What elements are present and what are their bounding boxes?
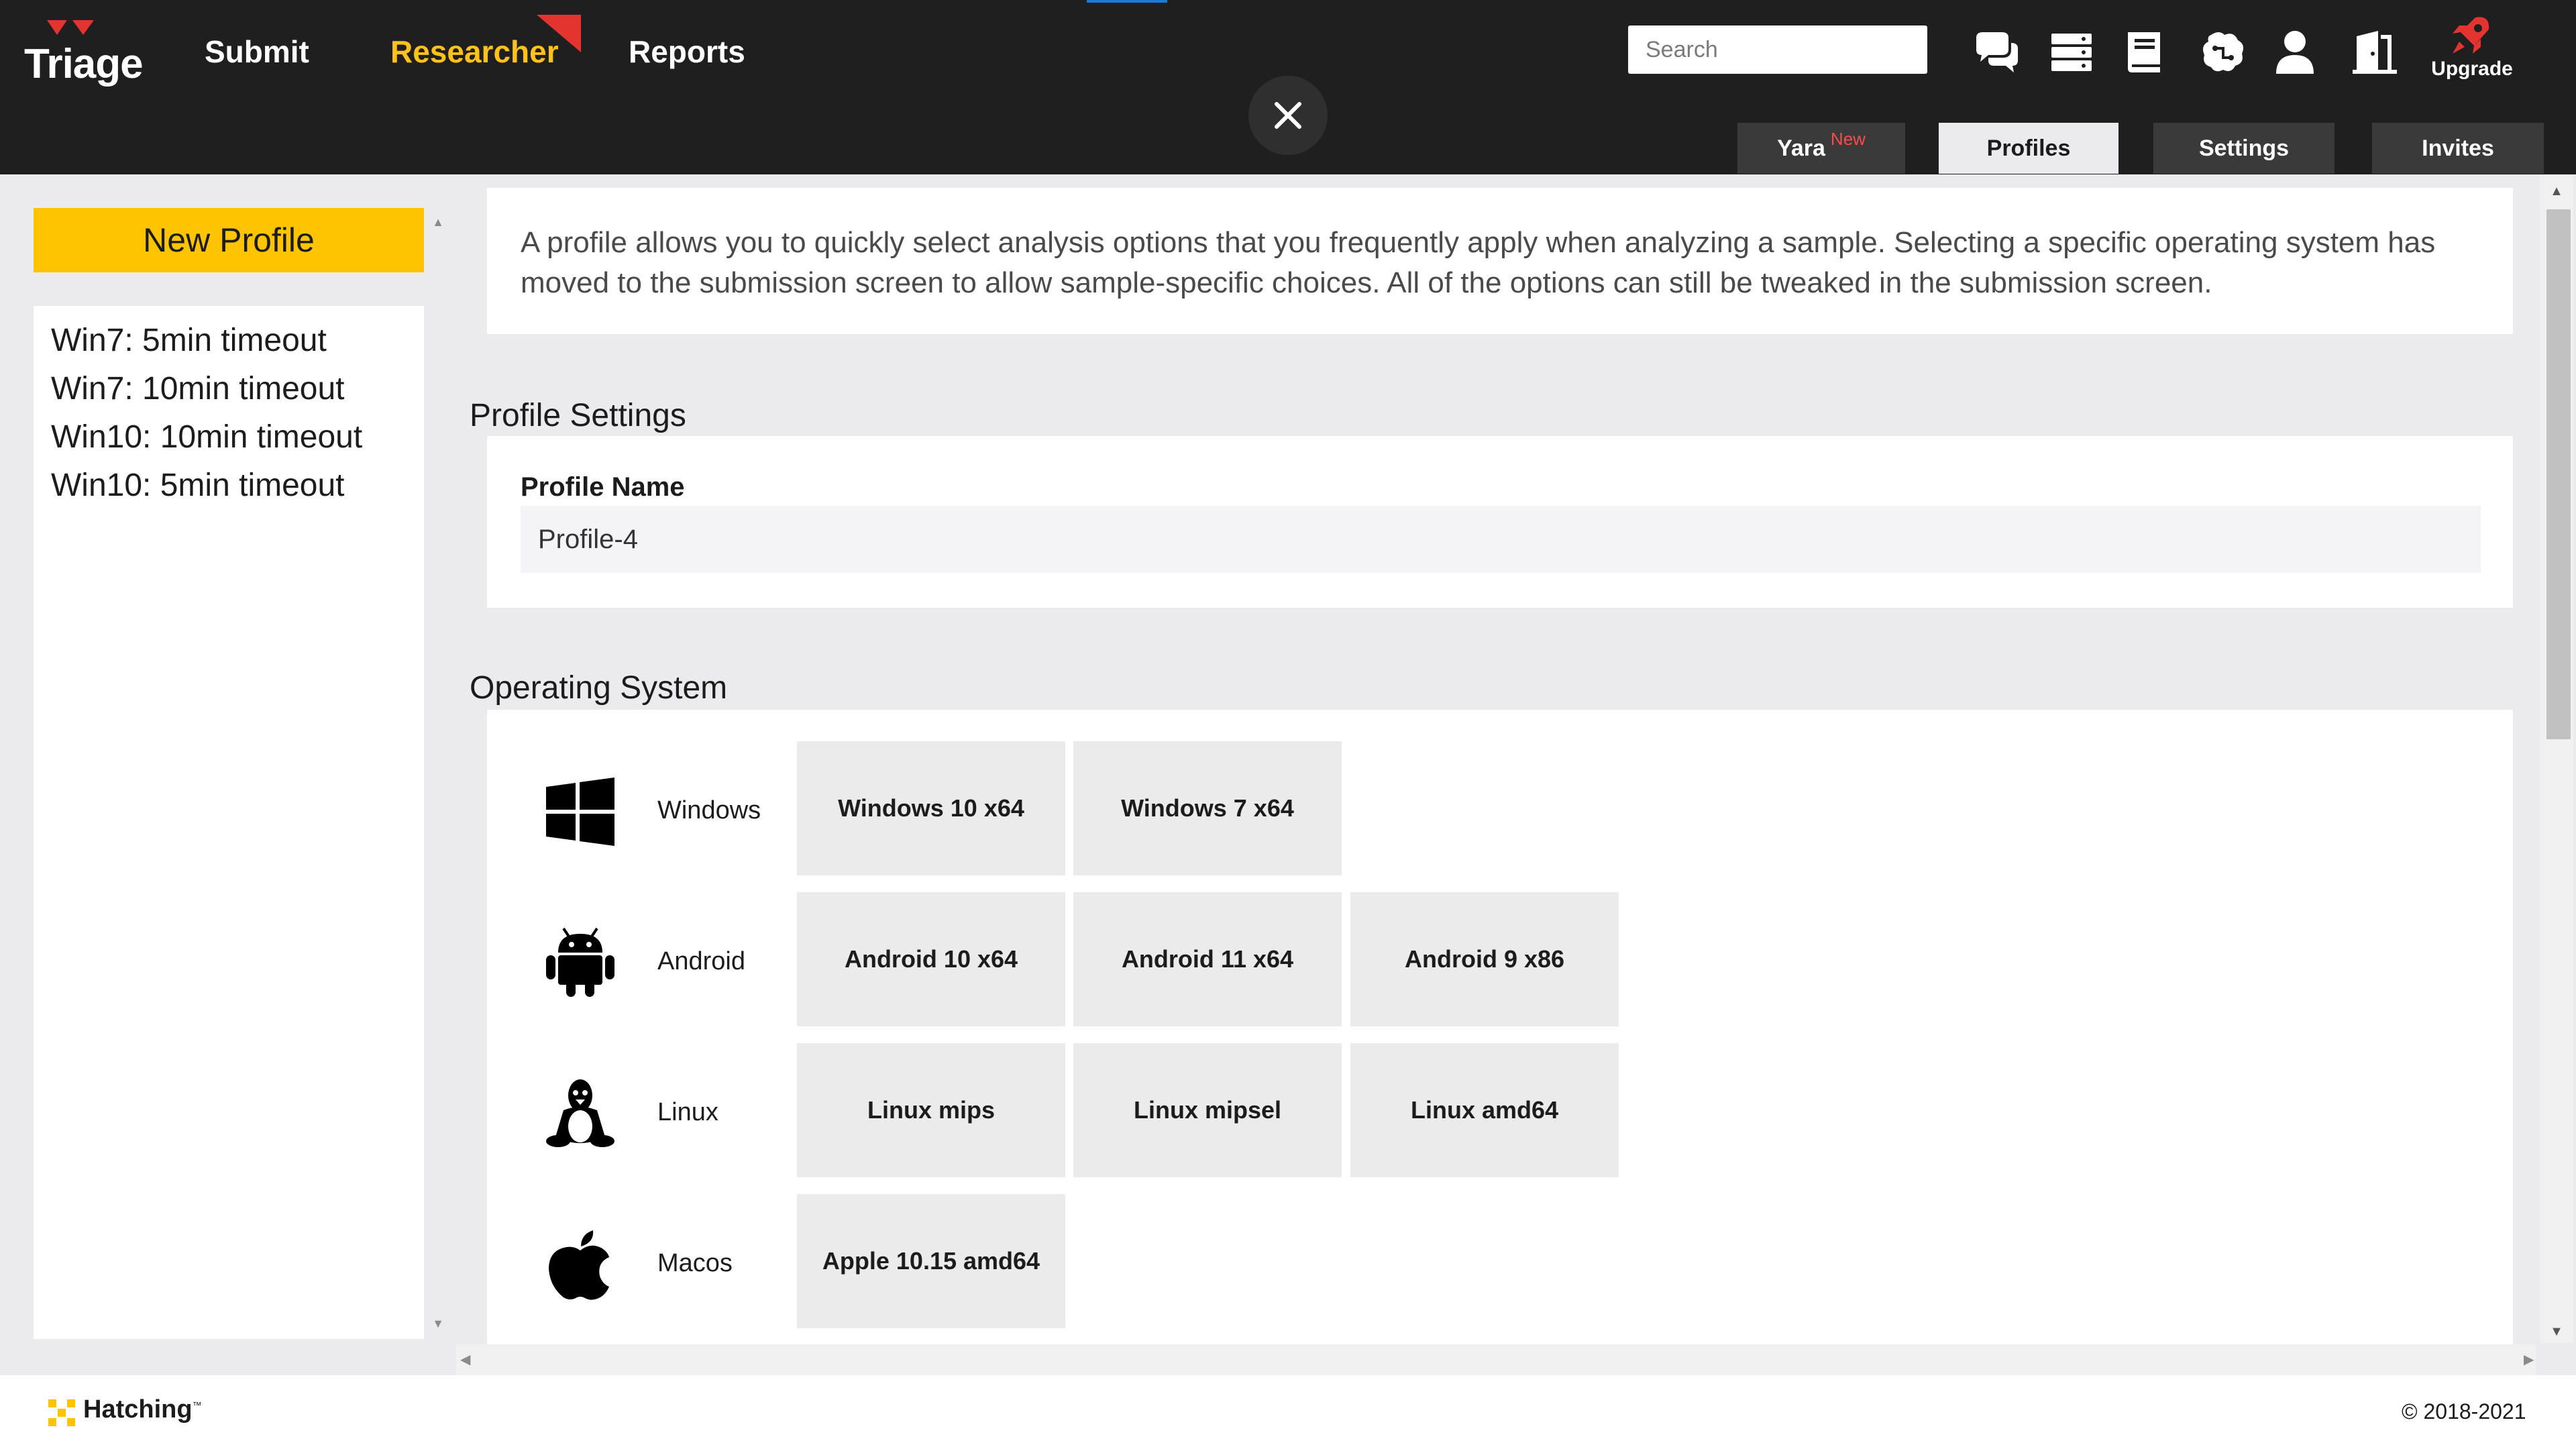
scroll-left-arrow[interactable]: ◀ <box>460 1351 470 1368</box>
os-option-android-9-x86[interactable]: Android 9 x86 <box>1350 892 1619 1026</box>
active-indicator <box>1087 0 1167 3</box>
os-option-android-11-x64[interactable]: Android 11 x64 <box>1073 892 1342 1026</box>
tab-profiles-label: Profiles <box>1986 135 2071 161</box>
nav-submit[interactable]: Submit <box>205 34 309 70</box>
book-icon[interactable] <box>2120 28 2168 76</box>
os-label-linux: Linux <box>657 1098 718 1126</box>
os-row-android: Android Android 10 x64 Android 11 x64 An… <box>543 892 2489 1026</box>
sidebar-scroll-down-arrow[interactable]: ▼ <box>429 1315 447 1332</box>
logout-door-icon[interactable] <box>2351 28 2400 76</box>
main-scroll-up-arrow[interactable]: ▲ <box>2546 181 2567 201</box>
os-label-android: Android <box>657 947 745 975</box>
rocket-icon[interactable] <box>2449 13 2493 58</box>
tab-settings[interactable]: Settings <box>2153 123 2334 174</box>
scroll-right-arrow[interactable]: ▶ <box>2524 1351 2534 1368</box>
tab-yara-label: Yara <box>1777 135 1825 161</box>
new-badge: New <box>1830 128 1866 149</box>
operating-system-heading: Operating System <box>470 670 728 706</box>
linux-icon <box>543 1077 617 1150</box>
tab-settings-label: Settings <box>2198 135 2290 161</box>
tab-invites[interactable]: Invites <box>2372 123 2544 174</box>
nav-researcher[interactable]: Researcher <box>390 34 559 70</box>
os-row-macos: Macos Apple 10.15 amd64 <box>543 1194 2489 1328</box>
android-icon <box>543 926 617 1000</box>
upgrade-label[interactable]: Upgrade <box>2428 58 2516 80</box>
hatching-logo-icon <box>48 1399 75 1426</box>
os-row-linux: Linux Linux mips Linux mipsel Linux amd6… <box>543 1043 2489 1177</box>
tab-yara[interactable]: Yara New <box>1737 123 1905 174</box>
nav-reports[interactable]: Reports <box>629 34 745 70</box>
os-option-linux-mipsel[interactable]: Linux mipsel <box>1073 1043 1342 1177</box>
brain-cloud-icon[interactable] <box>2199 28 2247 76</box>
triage-logo[interactable]: Triage <box>24 40 144 88</box>
profile-info-text: A profile allows you to quickly select a… <box>487 188 2513 334</box>
user-icon[interactable] <box>2271 28 2319 76</box>
horizontal-scrollbar[interactable] <box>456 1344 2536 1377</box>
profile-name-label: Profile Name <box>521 472 685 502</box>
new-profile-button[interactable]: New Profile <box>34 208 424 272</box>
trademark-symbol: ™ <box>192 1399 202 1411</box>
footer <box>0 1375 2576 1449</box>
main-scrollbar-thumb[interactable] <box>2546 209 2571 739</box>
profile-name-input[interactable] <box>521 506 2481 573</box>
server-icon[interactable] <box>2047 28 2096 76</box>
apple-icon <box>543 1228 617 1301</box>
profile-list-item[interactable]: Win10: 5min timeout <box>34 462 424 510</box>
main-scroll-down-arrow[interactable]: ▼ <box>2546 1322 2567 1342</box>
profile-list-item[interactable]: Win7: 5min timeout <box>34 317 424 365</box>
hatching-brand[interactable]: Hatching™ <box>83 1395 202 1424</box>
profile-list-item[interactable]: Win7: 10min timeout <box>34 365 424 413</box>
os-row-windows: Windows Windows 10 x64 Windows 7 x64 <box>543 741 2489 875</box>
os-label-windows: Windows <box>657 796 761 824</box>
copyright-text: © 2018-2021 <box>2402 1399 2526 1424</box>
os-option-linux-amd64[interactable]: Linux amd64 <box>1350 1043 1619 1177</box>
os-label-macos: Macos <box>657 1249 733 1277</box>
profile-settings-heading: Profile Settings <box>470 398 686 433</box>
os-option-windows-10-x64[interactable]: Windows 10 x64 <box>797 741 1065 875</box>
windows-icon <box>543 775 617 849</box>
tab-invites-label: Invites <box>2422 135 2494 161</box>
sidebar-scroll-up-arrow[interactable]: ▲ <box>429 213 447 231</box>
os-option-linux-mips[interactable]: Linux mips <box>797 1043 1065 1177</box>
os-option-android-10-x64[interactable]: Android 10 x64 <box>797 892 1065 1026</box>
tab-profiles[interactable]: Profiles <box>1939 123 2118 174</box>
close-icon <box>1275 102 1301 129</box>
search-input[interactable] <box>1628 25 1927 74</box>
researcher-flag-icon <box>537 15 581 52</box>
os-option-windows-7-x64[interactable]: Windows 7 x64 <box>1073 741 1342 875</box>
profile-list-item[interactable]: Win10: 10min timeout <box>34 413 424 462</box>
close-button[interactable] <box>1248 76 1328 155</box>
os-option-apple-10-15-amd64[interactable]: Apple 10.15 amd64 <box>797 1194 1065 1328</box>
chat-icon[interactable] <box>1974 28 2022 76</box>
profile-list: Win7: 5min timeout Win7: 10min timeout W… <box>34 306 424 1339</box>
hatching-brand-name: Hatching <box>83 1395 193 1424</box>
